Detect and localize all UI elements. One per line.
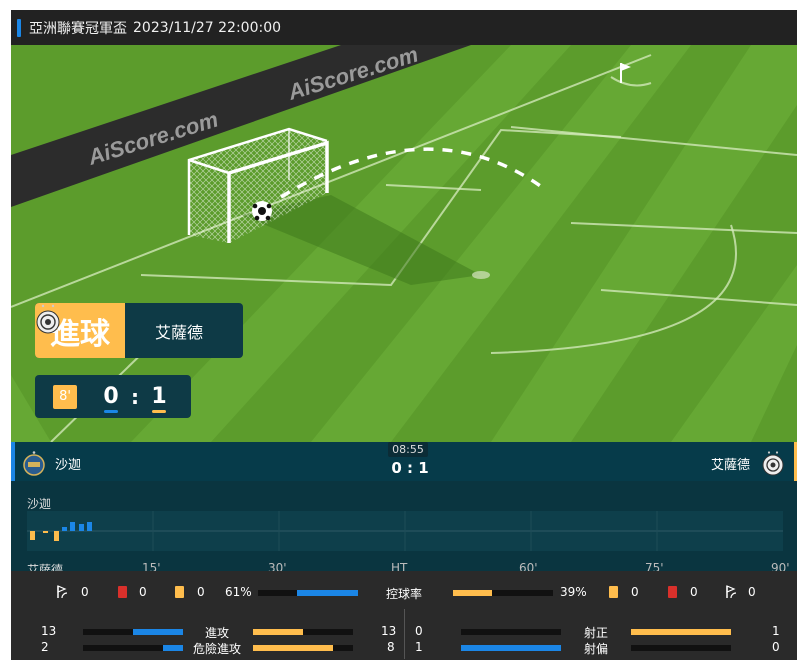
ontarget-label: 射正: [584, 626, 609, 640]
offtarget-home: 1: [415, 640, 423, 654]
away-red-cards: 0: [690, 585, 698, 599]
attacks-home-fill: [133, 629, 183, 635]
score-separator: :: [131, 384, 139, 409]
home-yellow-cards: 0: [197, 585, 205, 599]
live-score: 0 : 1: [391, 459, 429, 477]
home-possession-fill: [297, 590, 358, 596]
football-icon: [252, 201, 272, 221]
score-away: 1: [149, 384, 169, 413]
match-tracker: 亞洲聯賽冠軍盃 2023/11/27 22:00:00 AiScore.com …: [11, 10, 797, 660]
away-team: 艾薩德: [711, 450, 784, 476]
dangerous-home-bar: [83, 645, 183, 651]
home-crest-icon: [23, 451, 45, 476]
yellow-card-icon-away: [609, 586, 618, 598]
ontarget-away: 1: [772, 624, 780, 638]
home-possession-bar: [258, 590, 358, 596]
offtarget-home-bar: [461, 645, 561, 651]
ontarget-home-bar: [461, 629, 561, 635]
offtarget-label: 射偏: [584, 642, 609, 656]
momentum-chart: [27, 511, 783, 551]
momentum-timeline: 沙迦 艾薩德 15' 30' HT 60' 75' 90': [11, 481, 797, 577]
ontarget-away-fill: [631, 629, 731, 635]
dangerous-away-fill: [253, 645, 333, 651]
away-crest-icon: [762, 451, 784, 476]
score-home: 0: [101, 384, 121, 413]
goal-team: 艾薩德: [36, 303, 204, 358]
minute-badge: 8': [53, 384, 77, 409]
attacks-home-bar: [83, 629, 183, 635]
attacks-away-fill: [253, 629, 303, 635]
attacks-home: 13: [41, 624, 57, 638]
home-corners: 0: [81, 585, 89, 599]
away-possession-fill: [453, 590, 492, 596]
away-team-name: 艾薩德: [710, 457, 750, 473]
pitch-animation: AiScore.com AiScore.com 進球 艾薩德 8' 0: 1: [11, 45, 797, 442]
accent-bar: [17, 18, 21, 37]
team-bar: 沙迦 08:55 0 : 1 艾薩德: [11, 442, 797, 481]
timeline-home-label: 沙迦: [27, 497, 52, 511]
dangerous-home: 2: [41, 640, 49, 654]
away-yellow-cards: 0: [631, 585, 639, 599]
team-crest-icon: [36, 304, 60, 334]
home-team: 沙迦: [23, 450, 81, 476]
stats-panel: 0 0 0 61% 控球率 39% 0 0 0 13 進攻 13 2 危險進攻 …: [11, 571, 797, 660]
dangerous-home-fill: [163, 645, 183, 651]
home-red-cards: 0: [139, 585, 147, 599]
attacks-away: 13: [381, 624, 397, 638]
goal-team-name: 艾薩德: [155, 322, 204, 342]
dangerous-away-bar: [253, 645, 353, 651]
dangerous-away: 8: [387, 640, 395, 654]
ontarget-home: 0: [415, 624, 423, 638]
ontarget-away-bar: [631, 629, 731, 635]
away-possession: 39%: [560, 585, 587, 599]
attacks-label: 進攻: [205, 626, 230, 640]
yellow-card-icon: [175, 586, 184, 598]
header: 亞洲聯賽冠軍盃 2023/11/27 22:00:00: [11, 10, 797, 45]
dangerous-label: 危險進攻: [193, 642, 242, 656]
offtarget-home-fill: [461, 645, 561, 651]
away-corners: 0: [748, 585, 756, 599]
home-team-name: 沙迦: [55, 457, 82, 473]
home-possession: 61%: [225, 585, 252, 599]
red-card-icon: [118, 586, 127, 598]
momentum-bars: [27, 511, 783, 551]
match-clock: 08:55: [388, 442, 428, 457]
away-possession-bar: [453, 590, 553, 596]
red-card-icon-away: [668, 586, 677, 598]
stats-divider: [404, 609, 405, 659]
score-card: 8' 0 : 1: [35, 375, 191, 418]
offtarget-away: 0: [772, 640, 780, 654]
attacks-away-bar: [253, 629, 353, 635]
corner-kick-icon-away: [726, 585, 737, 599]
possession-label: 控球率: [386, 587, 423, 601]
competition-title: 亞洲聯賽冠軍盃: [29, 20, 127, 37]
goal-event-card: 進球 艾薩德: [35, 303, 243, 358]
corner-kick-icon: [57, 585, 68, 599]
offtarget-away-bar: [631, 645, 731, 651]
match-datetime: 2023/11/27 22:00:00: [133, 19, 282, 36]
